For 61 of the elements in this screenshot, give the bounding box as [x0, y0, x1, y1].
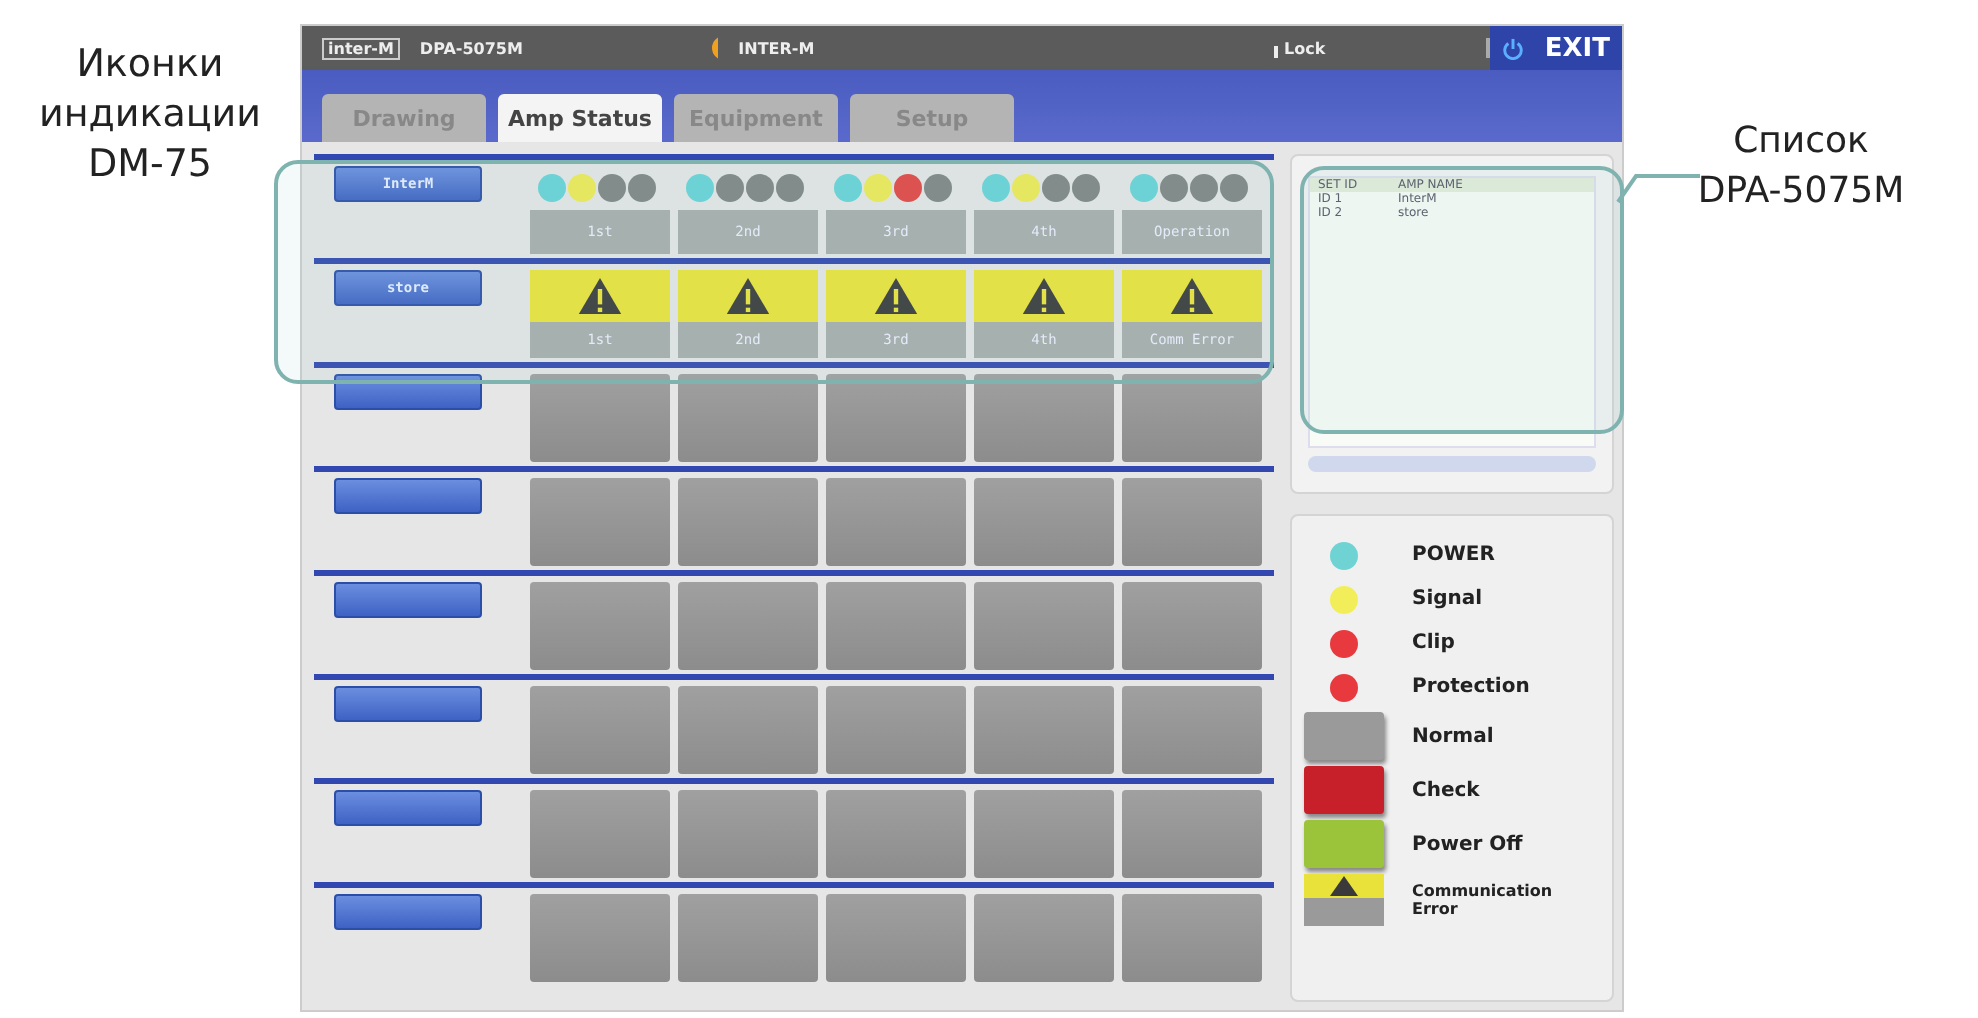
warning-icon: [578, 277, 622, 315]
warning-icon: [1022, 277, 1066, 315]
empty-cell[interactable]: [974, 582, 1114, 670]
callout-label: Список DPA-5075M: [1695, 118, 1907, 216]
scrollbar[interactable]: [1308, 456, 1596, 472]
legend-label: Communication Error: [1412, 882, 1552, 918]
empty-cell[interactable]: [1122, 374, 1262, 462]
empty-cell[interactable]: [826, 790, 966, 878]
legend-label: Normal: [1412, 725, 1494, 747]
empty-cell[interactable]: [974, 790, 1114, 878]
empty-cell[interactable]: [826, 478, 966, 566]
empty-cell[interactable]: [678, 582, 818, 670]
empty-cell[interactable]: [530, 478, 670, 566]
amp-name-button[interactable]: [334, 894, 482, 930]
amp-name-button[interactable]: [334, 374, 482, 410]
empty-cell[interactable]: [530, 894, 670, 982]
empty-cell[interactable]: [530, 686, 670, 774]
leader-line: [1616, 172, 1700, 204]
warning-icon: [1170, 277, 1214, 315]
callout-label: Иконки индикации DM-75: [36, 40, 263, 190]
legend-label: Protection: [1412, 676, 1530, 698]
empty-cell[interactable]: [530, 374, 670, 462]
empty-cell[interactable]: [826, 582, 966, 670]
site-name: INTER-M: [738, 39, 815, 57]
empty-cell[interactable]: [1122, 790, 1262, 878]
status-ring-icon: [712, 36, 719, 60]
legend-label: Signal: [1412, 588, 1483, 610]
warning-icon: [726, 277, 770, 315]
empty-cell[interactable]: [974, 478, 1114, 566]
empty-cell[interactable]: [530, 790, 670, 878]
empty-cell[interactable]: [826, 894, 966, 982]
empty-cell[interactable]: [974, 686, 1114, 774]
empty-cell[interactable]: [974, 374, 1114, 462]
empty-cell[interactable]: [826, 686, 966, 774]
empty-cell[interactable]: [1122, 686, 1262, 774]
power-icon: [1502, 37, 1525, 59]
empty-cell[interactable]: [678, 894, 818, 982]
legend-label: Power Off: [1412, 833, 1523, 855]
empty-cell[interactable]: [826, 374, 966, 462]
empty-cell[interactable]: [678, 478, 818, 566]
amp-name-button[interactable]: [334, 582, 482, 618]
model-name: DPA-5075M: [419, 39, 523, 57]
exit-button[interactable]: EXIT: [1490, 26, 1622, 70]
empty-cell[interactable]: [530, 582, 670, 670]
empty-cell[interactable]: [1122, 894, 1262, 982]
amp-name-button[interactable]: [334, 790, 482, 826]
legend-label: Clip: [1412, 632, 1455, 654]
tab[interactable]: Amp Status: [498, 94, 662, 142]
legend-label: POWER: [1412, 544, 1495, 566]
amp-name-button[interactable]: [334, 686, 482, 722]
amp-name-button[interactable]: [334, 478, 482, 514]
empty-cell[interactable]: [678, 790, 818, 878]
empty-cell[interactable]: [974, 894, 1114, 982]
logo: inter-M: [322, 37, 400, 59]
empty-cell[interactable]: [1122, 478, 1262, 566]
empty-cell[interactable]: [678, 686, 818, 774]
empty-cell[interactable]: [1122, 582, 1262, 670]
legend-label: Check: [1412, 779, 1480, 801]
empty-cell[interactable]: [678, 374, 818, 462]
warning-icon: [874, 277, 918, 315]
lock-label: Lock: [1284, 39, 1326, 57]
